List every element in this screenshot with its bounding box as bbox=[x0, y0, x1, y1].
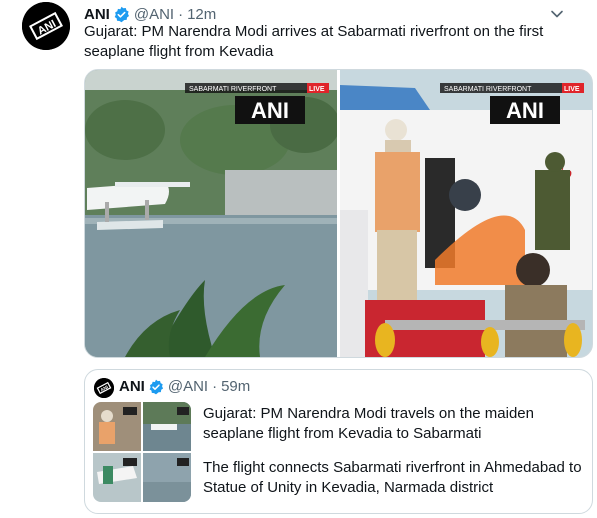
separator-dot: · bbox=[212, 378, 218, 395]
quoted-avatar: ANI bbox=[94, 378, 114, 398]
quoted-media-thumb-3[interactable] bbox=[93, 453, 141, 502]
tweet-text: Gujarat: PM Narendra Modi arrives at Sab… bbox=[84, 23, 544, 60]
media-left-live-badge: LIVE bbox=[309, 86, 325, 93]
author-name[interactable]: ANI bbox=[84, 6, 110, 23]
quoted-media-thumb-4[interactable] bbox=[143, 453, 191, 502]
media-image-left[interactable]: SABARMATI RIVERFRONT LIVE ANI bbox=[85, 70, 340, 357]
quoted-tweet-header: ANI @ANI · 59m bbox=[119, 378, 250, 395]
media-left-overlay-label: SABARMATI RIVERFRONT bbox=[189, 86, 277, 93]
verified-badge-icon bbox=[148, 379, 164, 395]
quoted-author-handle: @ANI bbox=[167, 378, 209, 395]
verified-badge-icon bbox=[113, 6, 130, 23]
media-image-right[interactable]: Sp SABARMATI RIVERFRONT LIVE bbox=[340, 70, 592, 357]
tweet-media[interactable]: SABARMATI RIVERFRONT LIVE ANI Sp bbox=[84, 69, 593, 358]
quoted-timestamp: 59m bbox=[221, 378, 251, 395]
author-handle[interactable]: @ANI bbox=[134, 6, 174, 23]
quoted-media-thumb-1[interactable] bbox=[93, 402, 141, 451]
separator-dot: · bbox=[178, 5, 184, 23]
quoted-media-thumb-2[interactable] bbox=[143, 402, 191, 451]
quoted-author-name: ANI bbox=[119, 378, 145, 395]
chevron-down-icon[interactable] bbox=[547, 4, 567, 24]
media-left-logo: ANI bbox=[251, 98, 289, 123]
media-right-live-badge: LIVE bbox=[564, 86, 580, 93]
tweet-timestamp[interactable]: 12m bbox=[187, 6, 216, 23]
tweet-header: ANI @ANI · 12m bbox=[84, 4, 577, 24]
quoted-paragraph-2: The flight connects Sabarmati riverfront… bbox=[203, 459, 582, 496]
quoted-media-grid[interactable] bbox=[93, 402, 191, 502]
avatar[interactable]: ANI bbox=[22, 2, 70, 50]
quoted-tweet[interactable]: ANI @ANI · 59m Gujarat: PM Narendra Modi… bbox=[84, 369, 593, 514]
media-right-logo: ANI bbox=[506, 98, 544, 123]
quoted-tweet-text: Gujarat: PM Narendra Modi travels on the… bbox=[203, 404, 583, 512]
quoted-paragraph-1: Gujarat: PM Narendra Modi travels on the… bbox=[203, 405, 534, 442]
media-right-overlay-label: SABARMATI RIVERFRONT bbox=[444, 86, 532, 93]
